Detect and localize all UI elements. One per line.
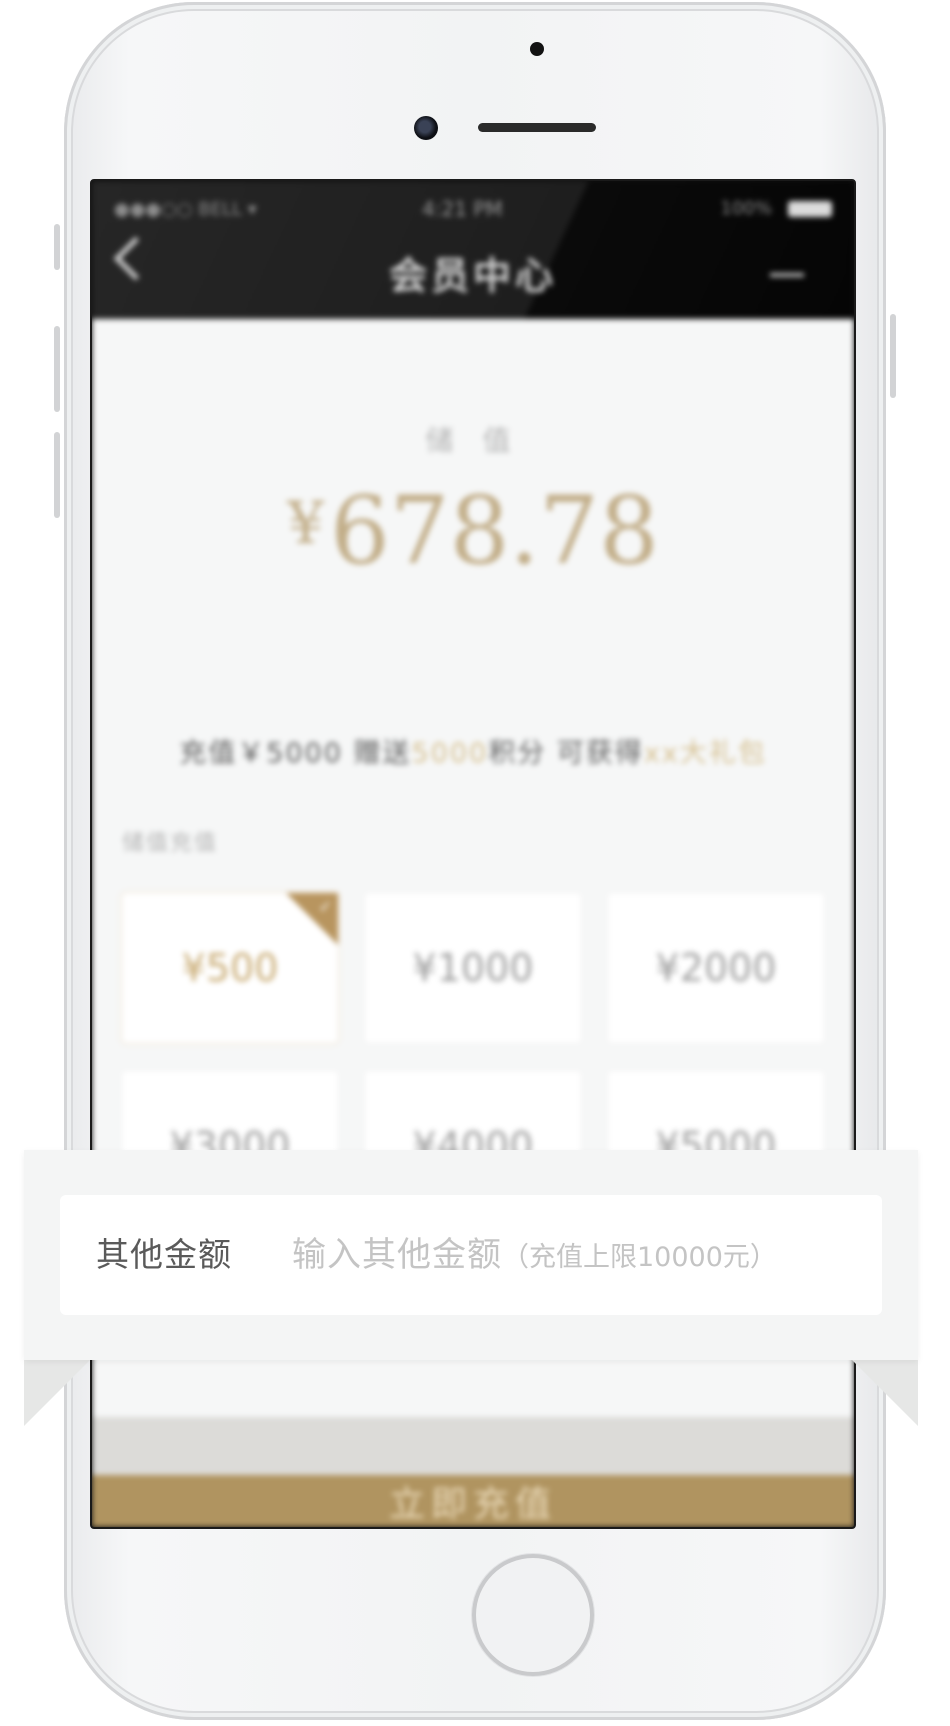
other-amount-input[interactable]: 输入其他金额（充值上限10000元） [292,1195,777,1315]
panel-fold-right [852,1360,918,1426]
promo-prefix: 充值￥5000 赠送 [179,738,412,769]
promo-gift: xx大礼包 [643,738,767,769]
option-label: ¥1000 [412,946,534,990]
status-battery-percent: 100% [720,198,772,219]
other-amount-placeholder: 输入其他金额 [292,1235,502,1275]
battery-icon [788,201,832,217]
top-bar: ●●●○○ BELL ▾ 4:21 PM 100% 会员中心 [92,181,854,319]
other-amount-panel: 其他金额 输入其他金额（充值上限10000元） [24,1150,918,1360]
mute-switch [54,224,60,270]
recharge-option-500[interactable]: ¥500 ✓ [122,893,338,1043]
home-button[interactable] [472,1554,594,1676]
other-amount-field[interactable]: 其他金额 输入其他金额（充值上限10000元） [60,1195,882,1315]
status-carrier: ●●●○○ BELL ▾ [114,199,257,220]
recharge-now-button[interactable]: 立即充值 [92,1475,854,1527]
recharge-limit-note: （充值上限10000元） [502,1242,777,1273]
front-camera [414,116,438,140]
balance-value: 678.78 [329,477,659,586]
balance-label: 储 值 [425,424,521,457]
menu-icon[interactable] [770,273,804,277]
power-button [890,314,896,398]
recharge-option-1000[interactable]: ¥1000 [365,893,581,1043]
promo-text: 充值￥5000 赠送5000积分 可获得xx大礼包 [92,731,854,770]
volume-up-button [54,326,60,412]
proximity-sensor [530,42,544,56]
currency-symbol: ¥ [287,489,324,557]
panel-fold-left [24,1360,90,1426]
recharge-option-2000[interactable]: ¥2000 [608,893,824,1043]
page-title: 会员中心 [388,254,557,298]
bottom-spacer [92,1417,854,1475]
volume-down-button [54,432,60,518]
promo-points: 5000 [411,738,489,769]
recharge-section-label: 储值充值 [122,831,219,856]
earpiece-speaker [478,123,596,132]
option-label: ¥500 [181,946,279,990]
balance-amount: ¥678.78 [92,477,854,586]
option-label: ¥2000 [655,946,777,990]
checkmark-icon: ✓ [318,897,332,916]
status-time: 4:21 PM [422,197,503,221]
promo-middle: 积分 可获得 [488,738,644,769]
other-amount-label: 其他金额 [96,1235,232,1274]
